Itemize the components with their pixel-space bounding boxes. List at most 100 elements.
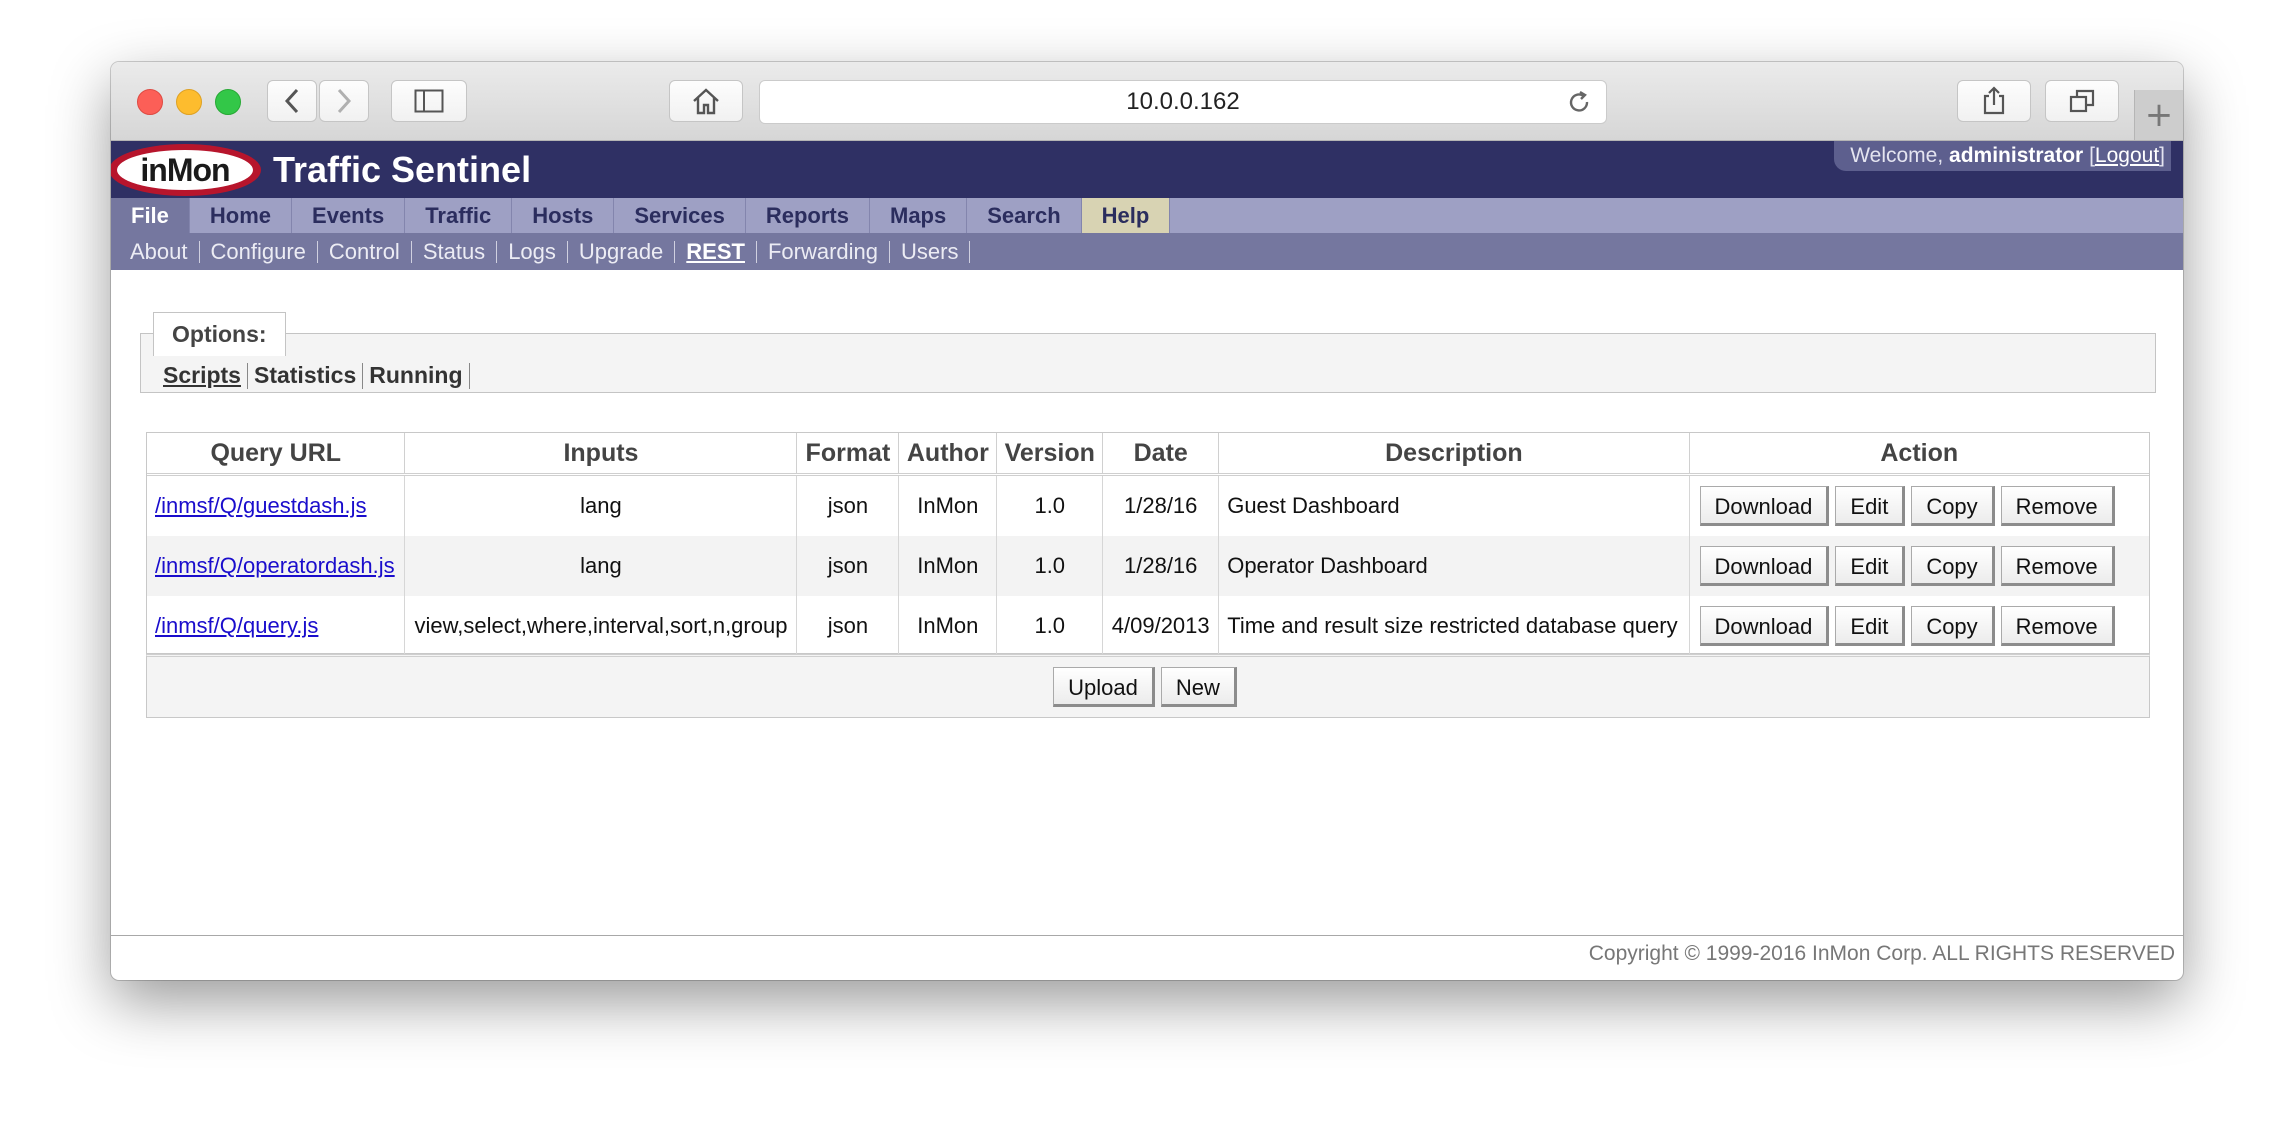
remove-button[interactable]: Remove xyxy=(2000,486,2115,526)
chevron-right-icon xyxy=(337,88,352,114)
subnav-configure[interactable]: Configure xyxy=(200,239,317,265)
header-date: Date xyxy=(1102,433,1220,476)
subnav-forwarding[interactable]: Forwarding xyxy=(757,239,889,265)
browser-toolbar: 10.0.0.162 + xyxy=(111,62,2183,141)
inmon-logo: inMon xyxy=(111,144,261,196)
header-version: Version xyxy=(996,433,1104,476)
header-query-url: Query URL xyxy=(147,433,406,476)
sub-nav: About Configure Control Status Logs Upgr… xyxy=(111,233,2183,270)
option-running[interactable]: Running xyxy=(363,362,468,389)
app-title: Traffic Sentinel xyxy=(273,149,532,190)
cell-description: Operator Dashboard xyxy=(1218,536,1690,596)
table-row: /inmsf/Q/query.js view,select,where,inte… xyxy=(147,596,2149,656)
header-author: Author xyxy=(898,433,998,476)
nav-tab-file[interactable]: File xyxy=(111,198,190,233)
option-statistics[interactable]: Statistics xyxy=(248,362,362,389)
nav-tab-home[interactable]: Home xyxy=(190,198,293,233)
query-url-link[interactable]: /inmsf/Q/query.js xyxy=(155,613,318,638)
table-row: /inmsf/Q/guestdash.js lang json InMon 1.… xyxy=(147,474,2149,536)
subnav-status[interactable]: Status xyxy=(412,239,496,265)
welcome-banner: Welcome, administrator [Logout] xyxy=(1834,141,2171,171)
cell-format: json xyxy=(796,536,900,596)
cell-inputs: view,select,where,interval,sort,n,group xyxy=(404,596,798,656)
share-button[interactable] xyxy=(1957,80,2031,122)
cell-format: json xyxy=(796,596,900,656)
upload-button[interactable]: Upload xyxy=(1053,667,1155,707)
edit-button[interactable]: Edit xyxy=(1835,606,1906,646)
app-header: inMon Traffic Sentinel Welcome, administ… xyxy=(111,141,2183,198)
header-inputs: Inputs xyxy=(404,433,798,476)
nav-tab-reports[interactable]: Reports xyxy=(746,198,870,233)
logout-link[interactable]: Logout xyxy=(2095,144,2159,167)
url-text: 10.0.0.162 xyxy=(1126,88,1240,115)
table-row: /inmsf/Q/operatordash.js lang json InMon… xyxy=(147,536,2149,596)
cell-date: 1/28/16 xyxy=(1102,536,1220,596)
download-button[interactable]: Download xyxy=(1699,606,1830,646)
footer-divider xyxy=(111,935,2183,936)
header-description: Description xyxy=(1218,433,1690,476)
nav-tab-events[interactable]: Events xyxy=(292,198,406,233)
logo-text: inMon xyxy=(117,150,253,190)
option-scripts[interactable]: Scripts xyxy=(157,362,247,389)
header-action: Action xyxy=(1689,433,2149,476)
subnav-about[interactable]: About xyxy=(119,239,199,265)
address-bar[interactable]: 10.0.0.162 xyxy=(759,80,1607,124)
cell-author: InMon xyxy=(898,596,998,656)
download-button[interactable]: Download xyxy=(1699,546,1830,586)
download-button[interactable]: Download xyxy=(1699,486,1830,526)
remove-button[interactable]: Remove xyxy=(2000,606,2115,646)
subnav-upgrade[interactable]: Upgrade xyxy=(568,239,674,265)
nav-tab-services[interactable]: Services xyxy=(614,198,746,233)
cell-version: 1.0 xyxy=(996,474,1104,536)
close-window-button[interactable] xyxy=(137,89,163,115)
sidebar-toggle-button[interactable] xyxy=(391,80,467,122)
welcome-prefix: Welcome, xyxy=(1850,144,1944,167)
copy-button[interactable]: Copy xyxy=(1911,606,1995,646)
home-button[interactable] xyxy=(669,80,743,122)
chevron-left-icon xyxy=(284,88,299,114)
home-icon xyxy=(693,88,719,115)
nav-tab-search[interactable]: Search xyxy=(967,198,1082,233)
cell-inputs: lang xyxy=(404,474,798,536)
minimize-window-button[interactable] xyxy=(176,89,202,115)
subnav-logs[interactable]: Logs xyxy=(497,239,567,265)
scripts-table: Query URL Inputs Format Author Version D… xyxy=(146,432,2150,656)
edit-button[interactable]: Edit xyxy=(1835,546,1906,586)
sidebar-icon xyxy=(414,89,444,113)
nav-tab-maps[interactable]: Maps xyxy=(870,198,968,233)
edit-button[interactable]: Edit xyxy=(1835,486,1906,526)
subnav-control[interactable]: Control xyxy=(318,239,411,265)
new-tab-button[interactable]: + xyxy=(2134,90,2183,140)
nav-tab-help[interactable]: Help xyxy=(1081,198,1171,233)
cell-inputs: lang xyxy=(404,536,798,596)
subnav-users[interactable]: Users xyxy=(890,239,969,265)
options-links: Scripts Statistics Running xyxy=(157,362,470,389)
nav-tab-traffic[interactable]: Traffic xyxy=(405,198,513,233)
tabs-icon xyxy=(2069,89,2095,113)
browser-window: 10.0.0.162 + inMon Traffic Sentinel Welc… xyxy=(111,62,2183,980)
back-button[interactable] xyxy=(267,80,317,122)
forward-button[interactable] xyxy=(319,80,369,122)
tabs-overview-button[interactable] xyxy=(2045,80,2119,122)
table-header-row: Query URL Inputs Format Author Version D… xyxy=(147,433,2149,476)
new-button[interactable]: New xyxy=(1160,667,1237,707)
remove-button[interactable]: Remove xyxy=(2000,546,2115,586)
query-url-link[interactable]: /inmsf/Q/operatordash.js xyxy=(155,553,395,578)
copy-button[interactable]: Copy xyxy=(1911,546,1995,586)
query-url-link[interactable]: /inmsf/Q/guestdash.js xyxy=(155,493,367,518)
cell-format: json xyxy=(796,474,900,536)
options-legend: Options: xyxy=(153,312,286,356)
zoom-window-button[interactable] xyxy=(215,89,241,115)
cell-date: 4/09/2013 xyxy=(1102,596,1220,656)
username: administrator xyxy=(1949,144,2084,167)
main-nav: File Home Events Traffic Hosts Services … xyxy=(111,198,2183,233)
reload-icon[interactable] xyxy=(1566,90,1592,116)
cell-date: 1/28/16 xyxy=(1102,474,1220,536)
table-footer: Upload New xyxy=(146,654,2150,718)
header-format: Format xyxy=(796,433,900,476)
copy-button[interactable]: Copy xyxy=(1911,486,1995,526)
copyright-text: Copyright © 1999-2016 InMon Corp. ALL RI… xyxy=(1588,942,2175,965)
cell-description: Guest Dashboard xyxy=(1218,474,1690,536)
nav-tab-hosts[interactable]: Hosts xyxy=(512,198,615,233)
subnav-rest[interactable]: REST xyxy=(675,239,756,265)
